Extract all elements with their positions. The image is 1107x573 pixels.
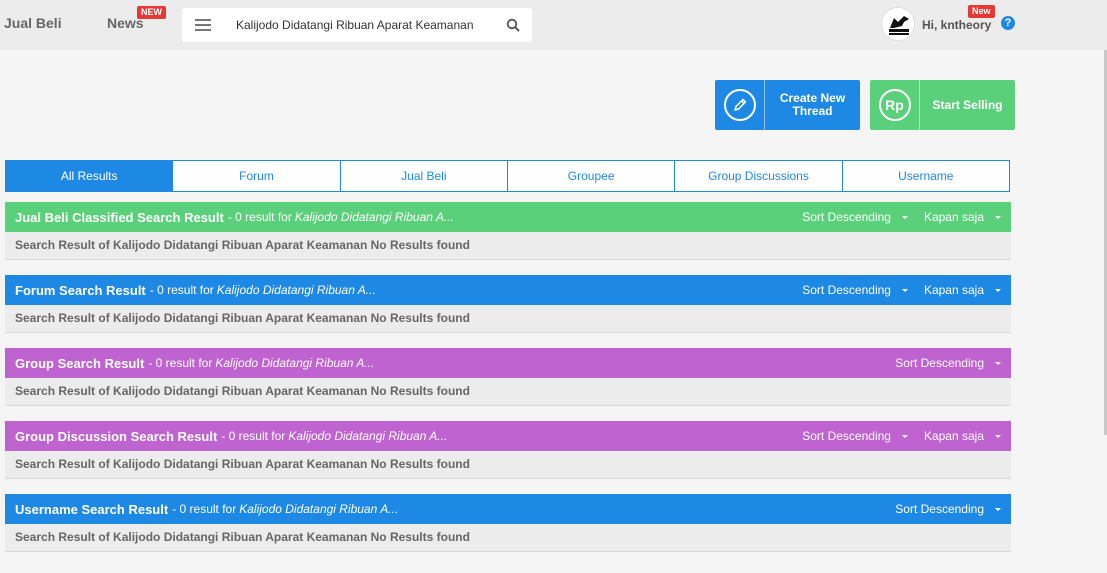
- section-header: Forum Search Result - 0 result for Kalij…: [5, 275, 1011, 305]
- result-count: - 0 result for: [221, 429, 286, 443]
- group-result-section: Group Search Result - 0 result for Kalij…: [5, 348, 1011, 406]
- tab-all-results[interactable]: All Results: [6, 161, 173, 191]
- search-input[interactable]: Kalijodo Didatangi Ribuan Aparat Keamana…: [236, 18, 474, 32]
- pencil-icon: [733, 98, 746, 111]
- result-query: Kalijodo Didatangi Ribuan A...: [215, 356, 375, 370]
- username-result-section: Username Search Result - 0 result for Ka…: [5, 494, 1011, 552]
- jual-beli-result-section: Jual Beli Classified Search Result - 0 r…: [5, 202, 1011, 260]
- user-avatar-logo-icon: [889, 16, 909, 35]
- avatar[interactable]: [881, 7, 915, 41]
- section-header: Group Search Result - 0 result for Kalij…: [5, 348, 1011, 378]
- section-result-message: Search Result of Kalijodo Didatangi Ribu…: [5, 451, 1011, 479]
- start-selling-button[interactable]: Rp Start Selling: [870, 80, 1015, 130]
- section-title: Group Discussion Search Result: [15, 428, 218, 444]
- search-box: Kalijodo Didatangi Ribuan Aparat Keamana…: [182, 8, 532, 42]
- sort-dropdown[interactable]: Sort Descending: [802, 429, 908, 443]
- sort-dropdown[interactable]: Sort Descending: [895, 502, 1001, 516]
- tab-username[interactable]: Username: [841, 161, 1009, 191]
- top-navigation-bar: Jual Beli News NEW Kalijodo Didatangi Ri…: [0, 0, 1107, 50]
- section-title: Username Search Result: [15, 501, 169, 517]
- user-new-badge: New: [968, 5, 995, 18]
- sort-dropdown[interactable]: Sort Descending: [802, 283, 908, 297]
- tab-groupee[interactable]: Groupee: [506, 161, 674, 191]
- section-header: Group Discussion Search Result - 0 resul…: [5, 421, 1011, 451]
- group-discussion-result-section: Group Discussion Search Result - 0 resul…: [5, 421, 1011, 479]
- section-result-message: Search Result of Kalijodo Didatangi Ribu…: [5, 378, 1011, 406]
- section-result-message: Search Result of Kalijodo Didatangi Ribu…: [5, 232, 1011, 260]
- section-title: Forum Search Result: [15, 282, 146, 298]
- sort-dropdown[interactable]: Sort Descending: [802, 210, 908, 224]
- section-header: Username Search Result - 0 result for Ka…: [5, 494, 1011, 524]
- time-filter-dropdown[interactable]: Kapan saja: [924, 210, 1001, 224]
- result-query: Kalijodo Didatangi Ribuan A...: [288, 429, 448, 443]
- result-query: Kalijodo Didatangi Ribuan A...: [216, 283, 376, 297]
- result-count: - 0 result for: [148, 356, 213, 370]
- chevron-down-icon: [995, 507, 1001, 511]
- chevron-down-icon: [995, 215, 1001, 219]
- search-category-tabs: All Results Forum Jual Beli Groupee Grou…: [5, 160, 1010, 192]
- search-icon[interactable]: [506, 18, 520, 32]
- result-count: - 0 result for: [227, 210, 292, 224]
- forum-result-section: Forum Search Result - 0 result for Kalij…: [5, 275, 1011, 333]
- tab-forum[interactable]: Forum: [172, 161, 339, 191]
- menu-icon[interactable]: [195, 19, 211, 31]
- section-header: Jual Beli Classified Search Result - 0 r…: [5, 202, 1011, 232]
- help-icon[interactable]: ?: [1001, 16, 1015, 30]
- result-query: Kalijodo Didatangi Ribuan A...: [239, 502, 399, 516]
- rupiah-icon: Rp: [878, 89, 911, 121]
- chevron-down-icon: [901, 215, 908, 219]
- section-result-message: Search Result of Kalijodo Didatangi Ribu…: [5, 524, 1011, 552]
- user-greeting[interactable]: Hi, kntheory: [922, 18, 991, 32]
- chevron-down-icon: [995, 361, 1001, 365]
- news-new-badge: NEW: [137, 6, 166, 19]
- section-title: Group Search Result: [15, 355, 145, 371]
- result-count: - 0 result for: [149, 283, 214, 297]
- chevron-down-icon: [901, 288, 908, 292]
- section-title: Jual Beli Classified Search Result: [15, 209, 224, 225]
- section-result-message: Search Result of Kalijodo Didatangi Ribu…: [5, 305, 1011, 333]
- chevron-down-icon: [901, 434, 908, 438]
- chevron-down-icon: [995, 288, 1001, 292]
- start-selling-label: Start Selling: [932, 97, 1003, 112]
- time-filter-dropdown[interactable]: Kapan saja: [924, 283, 1001, 297]
- create-new-thread-label: Create New Thread: [779, 91, 846, 118]
- sort-dropdown[interactable]: Sort Descending: [895, 356, 1001, 370]
- time-filter-dropdown[interactable]: Kapan saja: [924, 429, 1001, 443]
- tab-group-discussions[interactable]: Group Discussions: [674, 161, 841, 191]
- tab-jual-beli[interactable]: Jual Beli: [339, 161, 507, 191]
- create-new-thread-button[interactable]: Create New Thread: [715, 80, 860, 130]
- result-query: Kalijodo Didatangi Ribuan A...: [294, 210, 454, 224]
- nav-jual-beli-link[interactable]: Jual Beli: [4, 15, 62, 31]
- chevron-down-icon: [995, 434, 1001, 438]
- result-count: - 0 result for: [172, 502, 237, 516]
